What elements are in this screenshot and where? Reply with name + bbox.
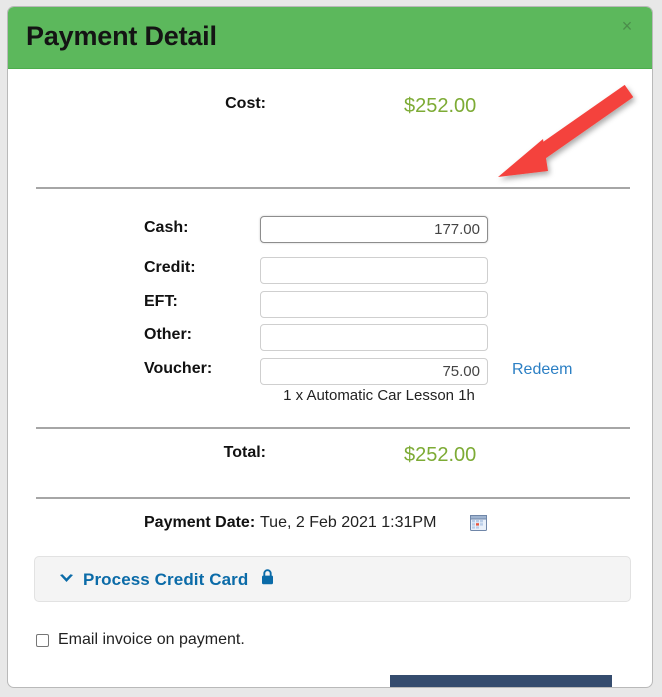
lock-icon xyxy=(261,569,274,590)
credit-input[interactable] xyxy=(260,257,488,284)
payment-date-value: Tue, 2 Feb 2021 1:31PM xyxy=(260,514,437,531)
divider-bottom xyxy=(36,497,630,499)
divider-top xyxy=(36,187,630,189)
total-amount: $252.00 xyxy=(404,444,477,466)
cash-label: Cash: xyxy=(144,219,189,236)
save-payment-button[interactable]: SAVE PAYMENT xyxy=(390,675,612,687)
payment-detail-modal: Payment Detail × Cost: $252.00 Cash: Cre… xyxy=(7,6,653,688)
cost-amount: $252.00 xyxy=(404,95,477,117)
other-label: Other: xyxy=(144,326,192,343)
cost-label: Cost: xyxy=(225,95,266,112)
process-credit-card-label: Process Credit Card xyxy=(83,569,249,589)
email-invoice-checkbox[interactable] xyxy=(36,633,49,647)
email-invoice-label: Email invoice on payment. xyxy=(58,631,245,648)
calendar-icon[interactable] xyxy=(470,514,487,531)
total-label: Total: xyxy=(223,444,266,461)
process-credit-card-content: Process Credit Card xyxy=(59,569,274,590)
voucher-label: Voucher: xyxy=(144,360,213,377)
chevron-down-icon xyxy=(59,572,74,588)
divider-middle xyxy=(36,427,630,429)
cost-row: Cost: $252.00 xyxy=(8,95,652,129)
total-row: Total: $252.00 xyxy=(8,444,652,478)
eft-input[interactable] xyxy=(260,291,488,318)
page-title: Payment Detail xyxy=(26,21,217,51)
email-invoice-row[interactable]: Email invoice on payment. xyxy=(36,631,245,649)
eft-label: EFT: xyxy=(144,293,178,310)
process-credit-card-button[interactable]: Process Credit Card xyxy=(34,556,631,602)
other-input[interactable] xyxy=(260,324,488,351)
cash-input[interactable] xyxy=(260,216,488,243)
modal-header: Payment Detail × xyxy=(8,7,652,69)
modal-body: Cost: $252.00 Cash: Credit: EFT: Other: … xyxy=(8,69,652,687)
redeem-link[interactable]: Redeem xyxy=(512,361,572,379)
voucher-input[interactable] xyxy=(260,358,488,385)
close-icon[interactable]: × xyxy=(617,16,637,36)
credit-label: Credit: xyxy=(144,259,196,276)
voucher-note: 1 x Automatic Car Lesson 1h xyxy=(283,387,475,404)
payment-date-label: Payment Date: xyxy=(144,514,256,531)
